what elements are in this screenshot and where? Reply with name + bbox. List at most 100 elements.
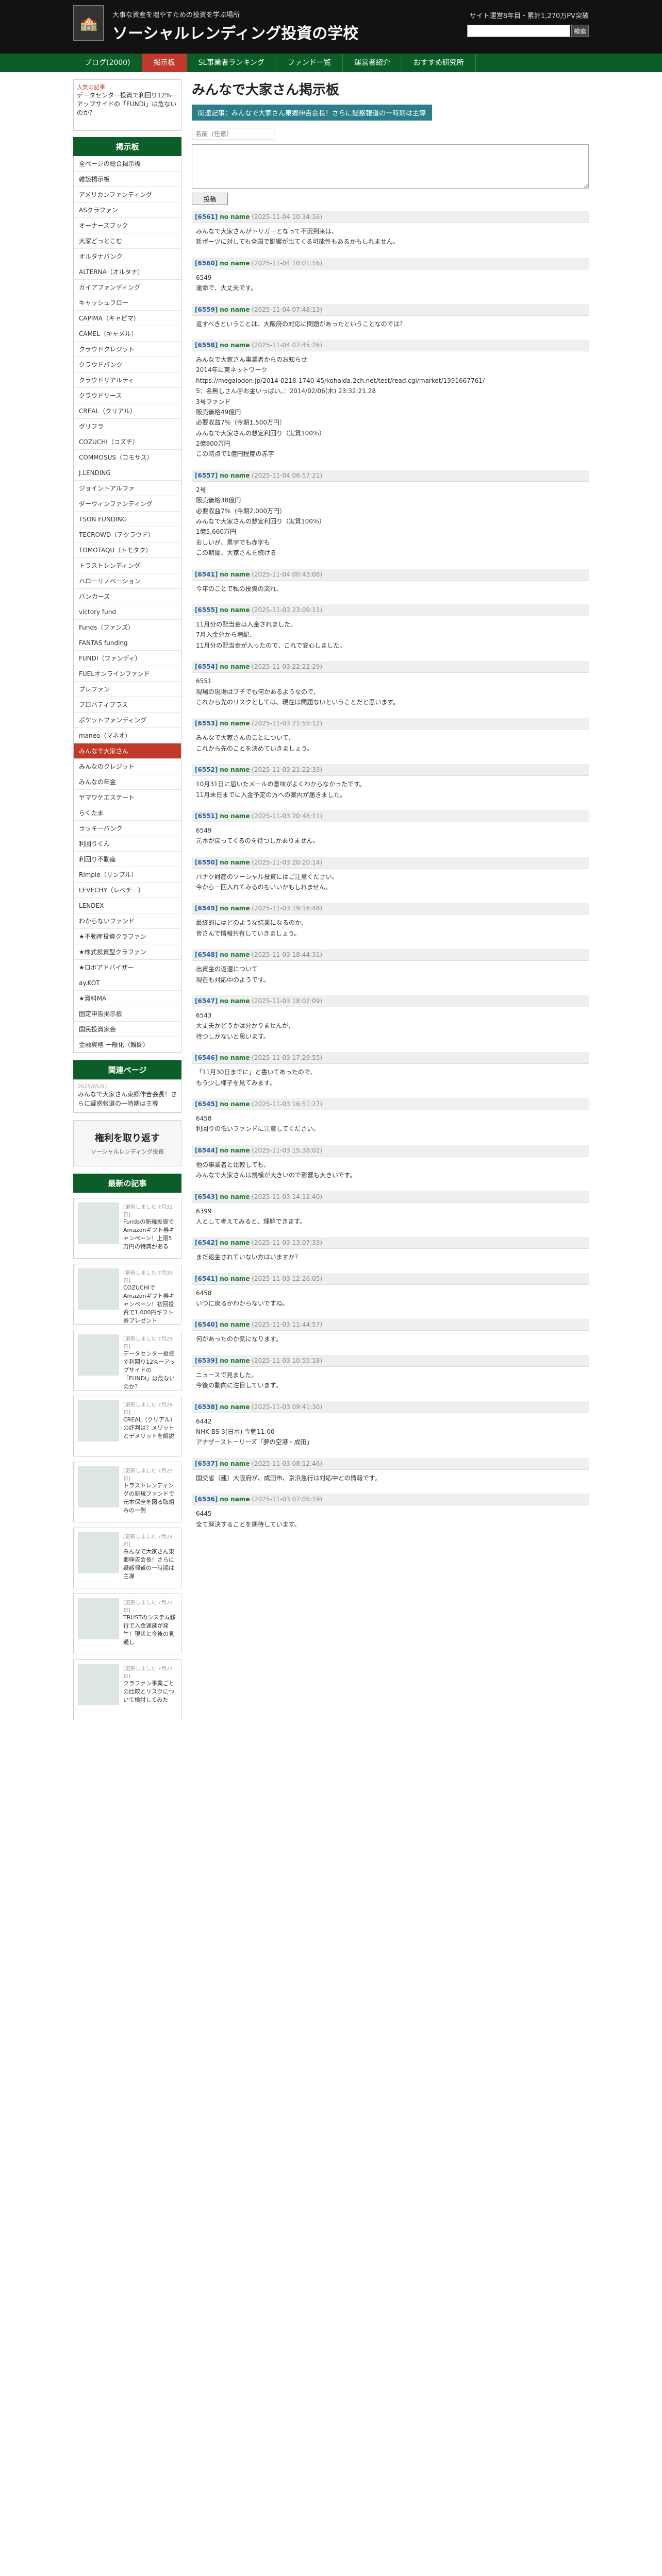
article-card[interactable]: [更新しました 7月28日] CREAL（クリアル）の評判は？メリットとデメリット…: [73, 1396, 181, 1456]
post-number[interactable]: [6544]: [195, 1147, 218, 1154]
post-number[interactable]: [6551]: [195, 812, 218, 820]
sidebar-board-item[interactable]: TSON FUNDING: [74, 512, 181, 527]
post-number[interactable]: [6553]: [195, 720, 218, 727]
sidebar-board-item[interactable]: 金融資格 一般化（難関）: [74, 1037, 181, 1053]
sidebar-board-item[interactable]: ★資料MA: [74, 991, 181, 1006]
post-number[interactable]: [6541]: [195, 1275, 218, 1282]
sidebar-board-item[interactable]: ヤマワケエステート: [74, 790, 181, 805]
post-number[interactable]: [6561]: [195, 213, 218, 221]
sidebar-board-item[interactable]: ★ロボアドバイザー: [74, 960, 181, 975]
sidebar-board-item[interactable]: ★不動産投資クラファン: [74, 929, 181, 944]
sidebar-board-item[interactable]: 利回り不動産: [74, 852, 181, 867]
article-card[interactable]: [更新しました 7月23日] TRUSTのシステム移行で入金遅延が発生！現状と今後…: [73, 1594, 181, 1654]
sidebar-board-item[interactable]: オーナーズブック: [74, 218, 181, 233]
related-card[interactable]: 2025/05/01 みんなで大家さん東郷伸吉会長！さらに疑惑報道の一時期は主導: [73, 1079, 181, 1113]
sidebar-board-item[interactable]: CAMEL（キャメル）: [74, 326, 181, 342]
sidebar-board-item[interactable]: らくたま: [74, 805, 181, 821]
sidebar-board-item[interactable]: ALTERNA（オルタナ）: [74, 264, 181, 280]
site-search-input[interactable]: [467, 25, 570, 37]
sidebar-board-item[interactable]: みんなの年金: [74, 774, 181, 790]
post-number[interactable]: [6547]: [195, 997, 218, 1005]
sidebar-board-item[interactable]: ガイアファンディング: [74, 280, 181, 295]
sidebar-board-item[interactable]: プロパティプラス: [74, 697, 181, 713]
sidebar-board-item[interactable]: LENDEX: [74, 898, 181, 913]
sidebar-board-item[interactable]: みんなで大家さん: [74, 743, 181, 759]
sidebar-board-item[interactable]: クラウドリース: [74, 388, 181, 403]
sidebar-board-item[interactable]: ジョイントアルファ: [74, 481, 181, 496]
post-number[interactable]: [6559]: [195, 306, 218, 313]
sidebar-board-item[interactable]: クラウドバンク: [74, 357, 181, 372]
sidebar-board-item[interactable]: みんなのクレジット: [74, 759, 181, 774]
post-number[interactable]: [6552]: [195, 766, 218, 773]
sidebar-board-item[interactable]: 雑談掲示板: [74, 172, 181, 187]
post-button[interactable]: 投稿: [192, 193, 228, 205]
sidebar-board-item[interactable]: victory fund: [74, 604, 181, 620]
post-number[interactable]: [6541]: [195, 571, 218, 578]
nav-item[interactable]: ブログ(2000): [73, 54, 142, 72]
sidebar-board-item[interactable]: Funds（ファンズ）: [74, 620, 181, 635]
sidebar-board-item[interactable]: 大家どっとこむ: [74, 233, 181, 249]
sidebar-board-item[interactable]: ay.KOT: [74, 975, 181, 991]
nav-item[interactable]: ファンド一覧: [276, 54, 343, 72]
sidebar-board-item[interactable]: COMMOSUS（コモサス）: [74, 450, 181, 465]
sidebar-board-item[interactable]: ポケットファンディング: [74, 713, 181, 728]
sidebar-board-item[interactable]: ラッキーバンク: [74, 821, 181, 836]
name-input[interactable]: [192, 128, 274, 140]
post-number[interactable]: [6560]: [195, 260, 218, 267]
sidebar-board-item[interactable]: J.LENDING: [74, 465, 181, 481]
sidebar-board-item[interactable]: トラストレンディング: [74, 558, 181, 573]
sidebar-board-item[interactable]: グリフラ: [74, 419, 181, 434]
post-number[interactable]: [6542]: [195, 1239, 218, 1246]
post-number[interactable]: [6537]: [195, 1460, 218, 1467]
post-number[interactable]: [6540]: [195, 1321, 218, 1328]
post-number[interactable]: [6550]: [195, 859, 218, 866]
sidebar-board-item[interactable]: 全ページの総合掲示板: [74, 156, 181, 172]
article-card[interactable]: [更新しました 7月22日] クラファン事業ごとの比較とリスクについて検討してみた: [73, 1659, 181, 1720]
sidebar-board-item[interactable]: バンカーズ: [74, 589, 181, 604]
sidebar-board-item[interactable]: アメリカンファンディング: [74, 187, 181, 202]
sidebar-board-item[interactable]: ハローリノベーション: [74, 573, 181, 589]
post-number[interactable]: [6545]: [195, 1100, 218, 1108]
sidebar-board-item[interactable]: CREAL（クリアル）: [74, 403, 181, 419]
sidebar-board-item[interactable]: maneo（マネオ）: [74, 728, 181, 743]
post-number[interactable]: [6549]: [195, 905, 218, 912]
school-logo-icon[interactable]: 🏫: [73, 5, 104, 41]
article-card[interactable]: [更新しました 7月25日] トラストレンディングの新規ファンドで元本保全を図る取…: [73, 1462, 181, 1522]
nav-item[interactable]: おすすめ研究所: [402, 54, 476, 72]
sidebar-board-item[interactable]: TOMOTAQU（トモタク）: [74, 543, 181, 558]
sidebar-board-item[interactable]: プレファン: [74, 682, 181, 697]
sidebar-board-item[interactable]: クラウドクレジット: [74, 342, 181, 357]
nav-item[interactable]: SL事業者ランキング: [187, 54, 276, 72]
sidebar-board-item[interactable]: ASクラファン: [74, 202, 181, 218]
sidebar-board-item[interactable]: ★株式投資型クラファン: [74, 944, 181, 960]
sidebar-board-item[interactable]: LEVECHY（レベチー）: [74, 883, 181, 898]
related-article-banner[interactable]: 関連記事：みんなで大家さん東郷伸吉会長！さらに疑惑報道の一時期は主導: [192, 105, 433, 121]
nav-item[interactable]: 運営者紹介: [343, 54, 402, 72]
sidebar-board-item[interactable]: TECROWD（テクラウド）: [74, 527, 181, 543]
post-number[interactable]: [6538]: [195, 1403, 218, 1411]
post-number[interactable]: [6548]: [195, 951, 218, 958]
post-number[interactable]: [6543]: [195, 1193, 218, 1200]
post-number[interactable]: [6555]: [195, 606, 218, 614]
sidebar-promo[interactable]: 人気の記事 データセンター投資で利回り12%ーアップサイドの「FUNDi」は危な…: [73, 79, 181, 131]
sidebar-board-item[interactable]: COZUCHI（コズチ）: [74, 434, 181, 450]
post-number[interactable]: [6539]: [195, 1357, 218, 1364]
sidebar-board-item[interactable]: CAPIMA（キャピマ）: [74, 311, 181, 326]
sidebar-board-item[interactable]: FUNDI（ファンディ）: [74, 651, 181, 666]
post-number[interactable]: [6554]: [195, 663, 218, 670]
post-number[interactable]: [6558]: [195, 342, 218, 349]
sidebar-board-item[interactable]: 利回りくん: [74, 836, 181, 852]
message-textarea[interactable]: [192, 144, 589, 189]
sidebar-board-item[interactable]: Rimple（リンプル）: [74, 867, 181, 883]
sidebar-board-item[interactable]: キャッシュフロー: [74, 295, 181, 311]
sidebar-board-item[interactable]: 国民投資家会: [74, 1022, 181, 1037]
site-title[interactable]: ソーシャルレンディング投資の学校: [112, 21, 358, 43]
nav-item[interactable]: 掲示板: [142, 54, 187, 72]
sidebar-board-item[interactable]: FUELオンラインファンド: [74, 666, 181, 682]
sidebar-board-item[interactable]: わからないファンド: [74, 913, 181, 929]
article-card[interactable]: [更新しました 7月31日] Fundsの新規投資でAmazonギフト券キャンペー…: [73, 1198, 181, 1259]
sidebar-banner[interactable]: 権利を取り返す ソーシャルレンディング投資: [73, 1120, 181, 1166]
post-number[interactable]: [6536]: [195, 1496, 218, 1503]
sidebar-board-item[interactable]: ダーウィンファンディング: [74, 496, 181, 512]
sidebar-board-item[interactable]: 固定申告掲示板: [74, 1006, 181, 1022]
